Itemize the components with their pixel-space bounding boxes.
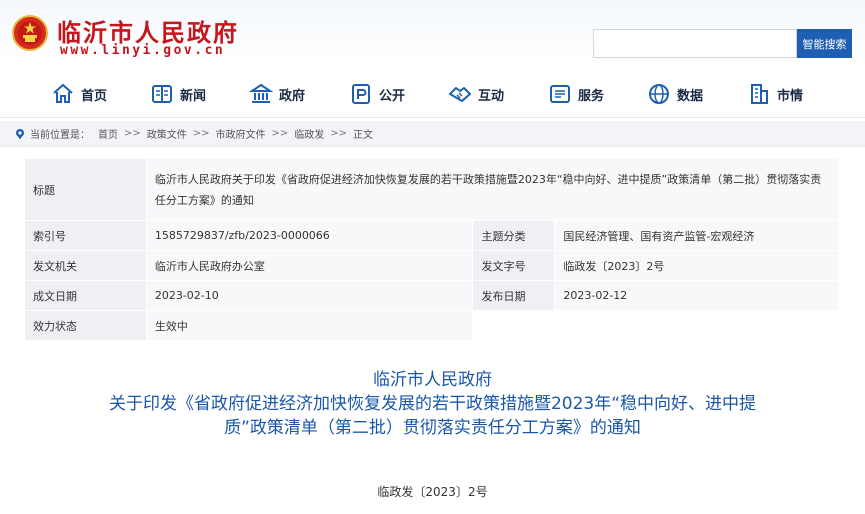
document-title-line: 临沂市人民政府 [373,370,492,390]
info-row: 效力状态 生效中 [24,310,840,341]
title-label: 标题 [24,158,147,221]
status-label: 效力状态 [24,310,147,341]
city-building-icon [751,84,768,104]
breadcrumb-separator: >> [271,128,289,139]
nav-label: 公开 [379,88,406,104]
nav-item-home[interactable]: 首页 [51,76,107,112]
topic-label: 主题分类 [472,220,556,251]
info-row: 成文日期 2023-02-10 发布日期 2023-02-12 [24,280,840,311]
nav-item-disclosure[interactable]: 公开 [349,76,405,112]
empty-cell [472,310,840,341]
breadcrumb-prefix: 当前位置是： [30,130,90,141]
smart-search-button[interactable]: 智能搜索 [797,29,852,58]
issuer-label: 发文机关 [24,250,147,281]
nav-label: 市情 [777,88,804,104]
created-date-label: 成文日期 [24,280,147,311]
breadcrumb-policy-docs[interactable]: 政策文件 [147,126,187,141]
info-row-title: 标题 临沂市人民政府关于印发《省政府促进经济加快恢复发展的若干政策措施暨2023… [24,158,841,221]
breadcrumb-linzhengfa[interactable]: 临政发 [294,126,324,141]
breadcrumb-separator: >> [124,128,141,139]
docno-label: 发文字号 [472,250,556,281]
service-list-icon [550,85,570,103]
nav-item-government[interactable]: 政府 [249,76,305,112]
data-globe-icon [649,84,669,104]
nav-label: 互动 [478,88,505,104]
breadcrumb-separator: >> [192,128,210,139]
document-number: 临政发〔2023〕2号 [377,485,488,499]
site-url: www.linyi.gov.cn [60,43,226,58]
document-info-table: 标题 临沂市人民政府关于印发《省政府促进经济加快恢复发展的若干政策措施暨2023… [24,158,841,341]
nav-item-service[interactable]: 服务 [548,76,604,112]
info-row: 索引号 1585729837/zfb/2023-0000066 主题分类 国民经… [24,220,840,251]
nav-label: 新闻 [180,88,207,104]
nav-item-city-info[interactable]: 市情 [747,76,803,112]
breadcrumb-current: 正文 [353,130,374,141]
breadcrumb-city-docs[interactable]: 市政府文件 [216,126,266,141]
news-icon [152,85,172,103]
national-emblem-icon [12,15,48,51]
published-date-value: 2023-02-12 [554,280,840,311]
index-label: 索引号 [24,220,147,251]
index-value: 1585729837/zfb/2023-0000066 [145,220,474,251]
search-input[interactable] [593,29,797,58]
nav-label: 服务 [578,88,605,104]
nav-label: 首页 [81,88,108,104]
government-building-icon [249,83,273,103]
topic-value: 国民经济管理、国有资产监管-宏观经济 [554,220,840,251]
document-title-line: 关于印发《省政府促进经济加快恢复发展的若干政策措施暨2023年“稳中向好、进中提 [108,394,757,414]
issuer-value: 临沂市人民政府办公室 [145,250,474,281]
published-date-label: 发布日期 [472,280,556,311]
nav-item-data[interactable]: 数据 [647,76,703,112]
title-value: 临沂市人民政府关于印发《省政府促进经济加快恢复发展的若干政策措施暨2023年“稳… [145,158,841,221]
nav-label: 数据 [677,88,704,104]
document-title-line: 质”政策清单（第二批）贯彻落实责任分工方案》的通知 [224,418,641,438]
home-icon [53,83,73,103]
location-pin-icon [16,128,24,139]
site-header: 临沂市人民政府 www.linyi.gov.cn 智能搜索 首页 新闻 政府 公… [0,0,865,118]
nav-item-news[interactable]: 新闻 [150,76,206,112]
info-row: 发文机关 临沂市人民政府办公室 发文字号 临政发〔2023〕2号 [24,250,840,281]
handshake-icon [449,87,471,102]
document-title: 临沂市人民政府 关于印发《省政府促进经济加快恢复发展的若干政策措施暨2023年“… [0,368,865,440]
breadcrumb: 当前位置是： 首页 >> 政策文件 >> 市政府文件 >> 临政发 >> 正文 [0,121,865,147]
docno-value: 临政发〔2023〕2号 [554,250,840,281]
nav-item-interaction[interactable]: 互动 [448,76,504,112]
breadcrumb-home[interactable]: 首页 [98,126,118,141]
breadcrumb-separator: >> [330,128,348,139]
nav-label: 政府 [279,88,306,104]
disclosure-icon [352,84,370,104]
status-value: 生效中 [145,310,474,341]
main-nav: 首页 新闻 政府 公开 互动 服务 数据 市情 [0,76,865,112]
created-date-value: 2023-02-10 [145,280,474,311]
